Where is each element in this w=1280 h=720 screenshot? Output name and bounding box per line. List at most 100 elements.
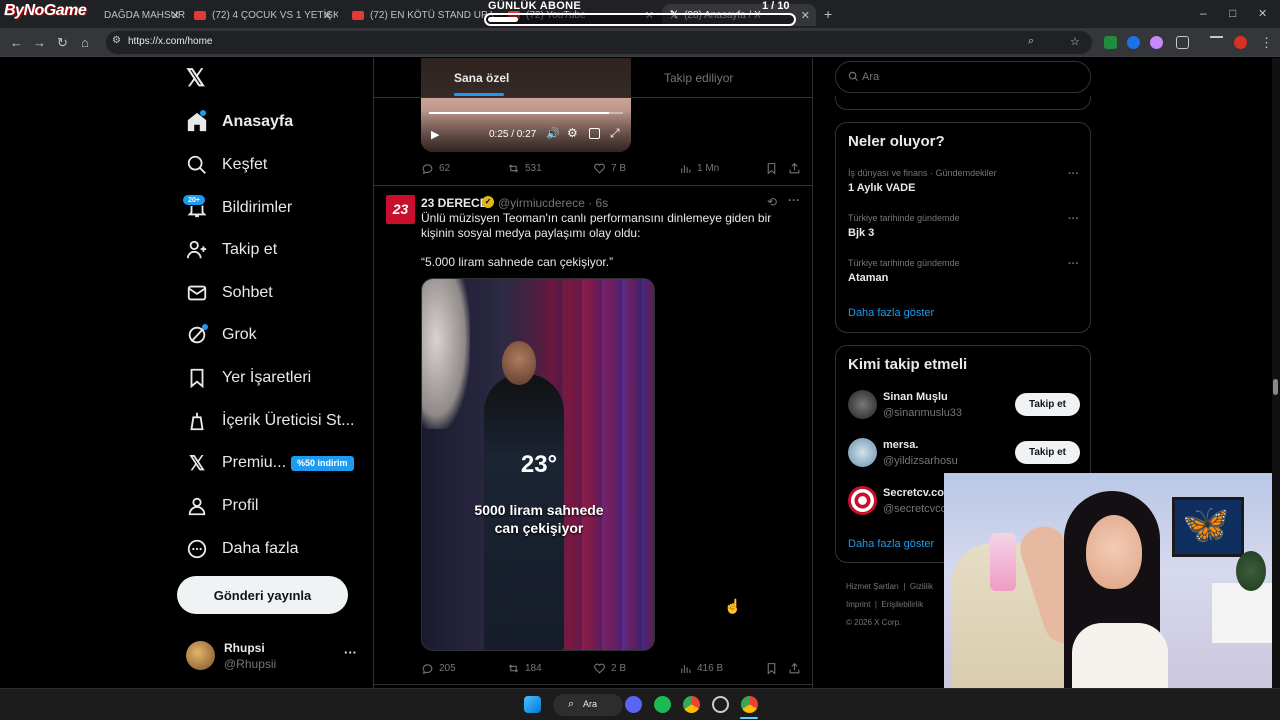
trend-name[interactable]: Bjk 3 — [848, 227, 874, 239]
bookmark-icon[interactable] — [765, 662, 778, 675]
follow-button[interactable]: Takip et — [1015, 393, 1080, 416]
menu-icon[interactable]: ⋮ — [1260, 35, 1273, 51]
post-more-icon[interactable]: ··· — [788, 193, 800, 207]
sidebar-item-more[interactable]: Daha fazla — [186, 532, 299, 566]
browser-tab[interactable]: DAĞDA MAHSUR ✕ — [96, 4, 186, 26]
address-bar[interactable]: ⚙ https://x.com/home ⌕ ☆ — [106, 31, 1092, 54]
video-progress-bar[interactable] — [429, 112, 623, 114]
trend-more-icon[interactable]: ··· — [1068, 213, 1079, 225]
suggested-user-name[interactable]: Sinan Muşlu — [883, 391, 948, 403]
browser-tab[interactable]: (72) EN KÖTÜ STAND UP VİDEO... — [344, 4, 494, 26]
media-control-icon[interactable] — [1210, 36, 1223, 49]
grok-icon[interactable]: ⟲ — [767, 195, 777, 209]
stage-statue — [422, 279, 470, 429]
trend-name[interactable]: Ataman — [848, 272, 888, 284]
account-menu-button[interactable]: ··· — [344, 645, 357, 660]
like-button[interactable]: 2 B — [593, 662, 626, 675]
windows-start-icon[interactable] — [524, 696, 541, 713]
suggested-user-name[interactable]: mersa. — [883, 439, 918, 451]
sidebar-item-explore[interactable]: Keşfet — [186, 148, 267, 182]
taskbar-search[interactable]: ⌕ Ara — [553, 694, 623, 716]
views-button[interactable]: 1 Mn — [679, 162, 719, 175]
settings-icon[interactable]: ⚙ — [567, 126, 578, 140]
suggested-user-handle: @sinanmuslu33 — [883, 407, 963, 419]
close-tab-icon[interactable]: ✕ — [801, 9, 810, 22]
trend-name[interactable]: 1 Aylık VADE — [848, 182, 915, 194]
play-icon[interactable]: ▶ — [431, 128, 439, 141]
video-player[interactable]: 23° 5000 liram sahnede can çekişiyor — [421, 278, 655, 651]
reload-icon[interactable]: ↻ — [57, 35, 68, 51]
suggested-user-name[interactable]: Secretcv.co — [883, 487, 944, 499]
footer-link[interactable]: Gizlilik — [910, 582, 933, 591]
profile-avatar-icon[interactable] — [1234, 36, 1247, 49]
page-scrollbar[interactable] — [1272, 58, 1280, 688]
views-button[interactable]: 416 B — [679, 662, 723, 675]
bookmark-icon[interactable] — [765, 162, 778, 175]
footer-link[interactable]: Imprint — [846, 600, 870, 609]
sidebar-item-grok[interactable]: Grok — [186, 318, 257, 352]
shield-extension-icon[interactable] — [1104, 36, 1117, 49]
browser-tab[interactable]: (72) 4 ÇOCUK VS 1 YETİŞKİN | ... ✕ — [186, 4, 338, 26]
sidebar-item-follow[interactable]: Takip et — [186, 233, 277, 267]
follow-button[interactable]: Takip et — [1015, 441, 1080, 464]
reply-button[interactable]: 205 — [421, 662, 456, 675]
close-tab-icon[interactable]: ✕ — [323, 9, 332, 22]
spotify-icon[interactable] — [654, 696, 671, 713]
maximize-button[interactable]: □ — [1229, 6, 1236, 20]
suggested-user-handle: @secretcvco — [883, 503, 947, 515]
minimize-button[interactable]: – — [1200, 6, 1207, 20]
footer-link[interactable]: Hizmet Şartları — [846, 582, 899, 591]
chrome-icon[interactable] — [683, 696, 700, 713]
reply-button[interactable]: 62 — [421, 162, 450, 175]
back-icon[interactable]: ← — [10, 35, 23, 50]
fullscreen-icon[interactable]: ⤢ — [610, 126, 620, 141]
tab-title: (72) EN KÖTÜ STAND UP VİDEO... — [370, 9, 494, 21]
home-icon[interactable]: ⌂ — [81, 35, 89, 50]
extension-icon[interactable] — [1127, 36, 1140, 49]
sidebar-item-chat[interactable]: Sohbet — [186, 276, 273, 310]
footer-link[interactable]: Erişilebilirlik — [881, 600, 923, 609]
show-more-link[interactable]: Daha fazla göster — [848, 538, 934, 550]
avatar[interactable]: 23 — [386, 195, 415, 224]
close-window-button[interactable]: ✕ — [1258, 7, 1267, 20]
forward-icon[interactable]: → — [33, 35, 46, 50]
chrome-icon[interactable] — [741, 696, 758, 713]
repost-button[interactable]: 184 — [507, 662, 542, 675]
post-button[interactable]: Gönderi yayınla — [177, 576, 348, 614]
avatar[interactable] — [848, 390, 877, 419]
bookmark-star-icon[interactable]: ☆ — [1070, 35, 1080, 48]
avatar[interactable] — [186, 641, 215, 670]
new-tab-button[interactable]: + — [824, 6, 832, 22]
zoom-icon[interactable]: ⌕ — [1028, 35, 1034, 48]
avatar[interactable] — [848, 438, 877, 467]
trend-more-icon[interactable]: ··· — [1068, 168, 1079, 180]
avatar[interactable] — [848, 486, 877, 515]
share-icon[interactable] — [788, 662, 801, 675]
tab-for-you[interactable]: Sana özel — [454, 71, 509, 85]
site-info-icon[interactable]: ⚙ — [112, 35, 121, 46]
post-author-name[interactable]: 23 DERECE — [421, 196, 488, 210]
search-input[interactable]: Ara — [835, 61, 1091, 93]
close-tab-icon[interactable]: ✕ — [171, 9, 180, 22]
sidebar-item-profile[interactable]: Profil — [186, 489, 258, 523]
picture-in-picture-icon[interactable] — [589, 128, 600, 139]
profile-name[interactable]: Rhupsi — [224, 641, 265, 655]
show-more-link[interactable]: Daha fazla göster — [848, 307, 934, 319]
extensions-puzzle-icon[interactable] — [1176, 36, 1189, 49]
sidebar-item-premium[interactable]: 𝕏 Premiu... — [186, 446, 286, 480]
scrollbar-thumb[interactable] — [1273, 379, 1278, 395]
sidebar-item-creator-studio[interactable]: İçerik Üreticisi St... — [186, 404, 354, 438]
discord-icon[interactable] — [625, 696, 642, 713]
like-button[interactable]: 7 B — [593, 162, 626, 175]
x-logo-icon[interactable]: 𝕏 — [186, 64, 205, 93]
sidebar-item-bookmarks[interactable]: Yer İşaretleri — [186, 361, 311, 395]
tab-following[interactable]: Takip ediliyor — [664, 71, 733, 85]
extension-icon[interactable] — [1150, 36, 1163, 49]
sidebar-item-label: Keşfet — [222, 156, 268, 173]
trend-more-icon[interactable]: ··· — [1068, 258, 1079, 270]
share-icon[interactable] — [788, 162, 801, 175]
post-author-handle[interactable]: @yirmiucderece · 6s — [498, 196, 608, 210]
obs-icon[interactable] — [712, 696, 729, 713]
volume-icon[interactable]: 🔊 — [546, 127, 560, 140]
repost-button[interactable]: 531 — [507, 162, 542, 175]
